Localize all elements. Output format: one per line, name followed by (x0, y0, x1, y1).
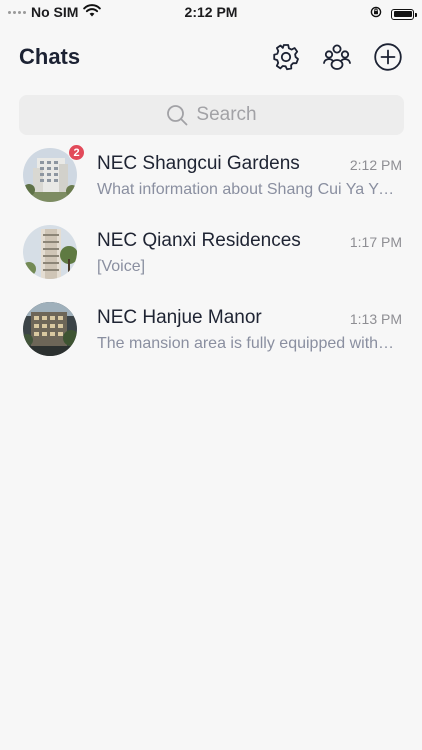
header-actions (270, 41, 403, 72)
chat-time: 1:17 PM (349, 234, 402, 250)
gear-icon (272, 43, 299, 70)
chat-time: 1:13 PM (349, 311, 402, 327)
unread-badge: 2 (68, 144, 85, 161)
avatar (23, 302, 77, 356)
chat-preview: What information about Shang Cui Ya Yuan (97, 181, 397, 198)
chat-list-item[interactable]: NEC Hanjue Manor 1:13 PM The mansion are… (0, 297, 422, 374)
header: Chats (0, 38, 422, 80)
chat-list-item[interactable]: NEC Qianxi Residences 1:17 PM [Voice] (0, 220, 422, 297)
orientation-lock-icon (370, 5, 382, 23)
contacts-button[interactable] (321, 41, 352, 72)
chat-name: NEC Shangcui Gardens (97, 153, 300, 174)
chat-name: NEC Hanjue Manor (97, 307, 262, 328)
plus-circle-icon (373, 42, 402, 71)
avatar (23, 225, 77, 279)
chat-time: 2:12 PM (349, 157, 402, 173)
chat-preview: [Voice] (97, 258, 146, 275)
chat-preview: The mansion area is fully equipped with … (97, 335, 397, 352)
chat-name: NEC Qianxi Residences (97, 230, 301, 251)
new-chat-button[interactable] (372, 41, 403, 72)
contacts-icon (322, 44, 351, 70)
status-bar: No SIM 2:12 PM (0, 0, 422, 24)
chat-list: 2 NEC Shangcui Gardens 2:12 PM What info… (0, 143, 422, 374)
search-icon (167, 105, 188, 126)
chat-list-item[interactable]: 2 NEC Shangcui Gardens 2:12 PM What info… (0, 143, 422, 220)
status-time: 2:12 PM (184, 4, 238, 20)
page-title: Chats (19, 44, 81, 69)
search-input[interactable]: Search (19, 95, 404, 135)
search-placeholder: Search (196, 104, 257, 125)
settings-button[interactable] (270, 41, 301, 72)
battery-icon (391, 8, 417, 20)
status-right (370, 5, 417, 23)
